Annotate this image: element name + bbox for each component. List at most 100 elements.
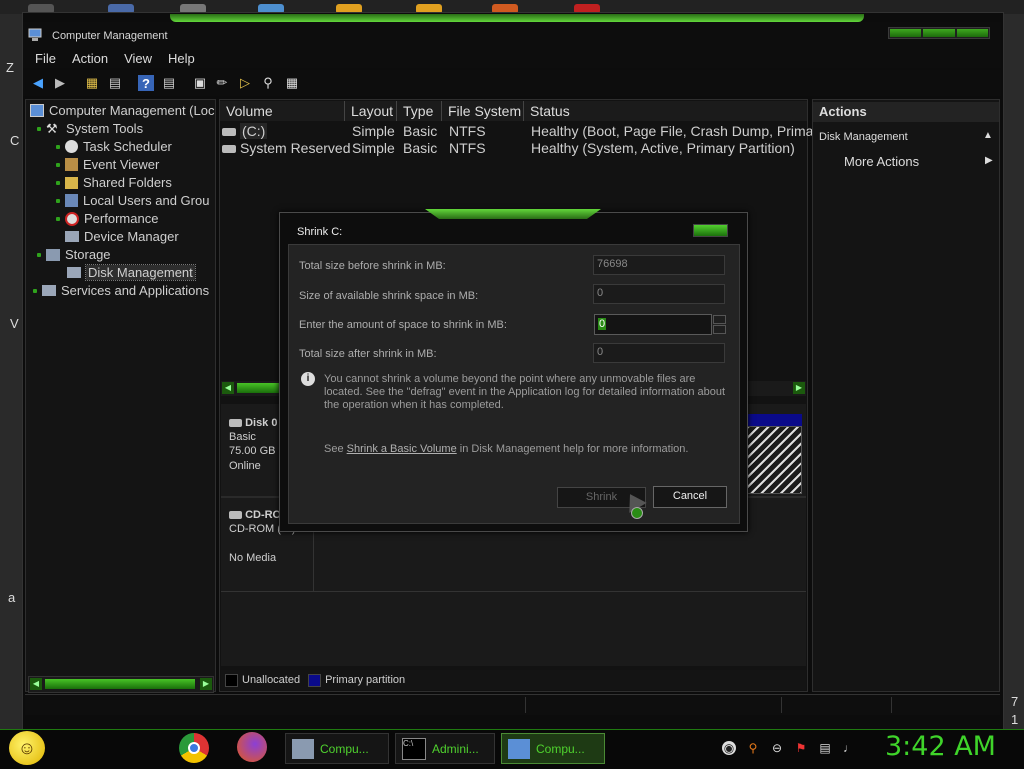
desktop-label: a — [8, 590, 16, 605]
actions-section-disk-management[interactable]: Disk Management — [819, 131, 908, 143]
column-header-layout[interactable]: Layout — [345, 101, 397, 121]
tree-item-local-users[interactable]: Local Users and Grou — [56, 193, 209, 208]
format-icon[interactable]: ▦ — [284, 75, 300, 91]
primary-partition-bar — [746, 414, 802, 426]
back-arrow-icon[interactable]: ◀ — [30, 75, 46, 91]
folder-up-icon[interactable]: ▦ — [84, 75, 100, 91]
column-header-status[interactable]: Status — [524, 101, 807, 121]
cdrom-header[interactable]: CD-RO — [229, 508, 281, 522]
dialog-close-button[interactable] — [693, 224, 728, 237]
chrome-icon[interactable] — [179, 733, 209, 763]
tree-item-performance[interactable]: Performance — [56, 211, 158, 226]
window-top-glow — [170, 14, 864, 22]
taskbar-label: Compu... — [536, 741, 585, 756]
shrink-basic-volume-link[interactable]: Shrink a Basic Volume — [347, 443, 457, 455]
volume-row-volume[interactable]: System Reserved — [222, 140, 350, 156]
tree-item-task-scheduler[interactable]: Task Scheduler — [56, 139, 172, 154]
scroll-left-arrow-icon[interactable]: ◀ — [222, 382, 234, 394]
performance-icon — [65, 211, 79, 226]
tree-item-system-tools[interactable]: ⚒ System Tools — [37, 121, 143, 136]
menu-help[interactable]: Help — [160, 51, 203, 66]
desktop-label: 7 — [1011, 694, 1019, 709]
expand-dot-icon[interactable] — [37, 126, 41, 131]
tray-flag-icon[interactable]: ⚑ — [794, 741, 808, 755]
volume-row-layout: Simple — [352, 140, 395, 156]
expand-dot-icon[interactable] — [56, 144, 60, 149]
search-icon[interactable]: ⚲ — [260, 75, 276, 91]
scroll-right-arrow-icon[interactable]: ▶ — [793, 382, 805, 394]
scroll-left-arrow-icon[interactable]: ◀ — [30, 678, 42, 690]
taskbar-computer-management-active[interactable]: Compu... — [501, 733, 605, 764]
expand-dot-icon[interactable] — [56, 162, 60, 167]
taskbar-label: Compu... — [320, 741, 369, 756]
expand-dot-icon[interactable] — [33, 288, 37, 293]
volume-row-type: Basic — [403, 140, 438, 156]
tree-item-services[interactable]: Services and Applications — [33, 283, 209, 298]
scroll-right-arrow-icon[interactable]: ▶ — [200, 678, 212, 690]
tree-item-shared-folders[interactable]: Shared Folders — [56, 175, 172, 190]
taskbar-computer-management[interactable]: Compu... — [285, 733, 389, 764]
tree-item-label: Storage — [65, 247, 111, 262]
minimize-button[interactable] — [890, 29, 922, 37]
tree-item-storage[interactable]: Storage — [37, 247, 111, 262]
volume-row-volume[interactable]: (C:) — [222, 123, 268, 139]
volume-row-filesystem: NTFS — [449, 140, 486, 156]
menu-view[interactable]: View — [116, 51, 160, 66]
collapse-up-icon[interactable]: ▲ — [983, 130, 993, 141]
desktop-label: Z — [6, 60, 14, 75]
volume-name: (C:) — [240, 123, 268, 139]
available-space-label: Size of available shrink space in MB: — [299, 290, 479, 302]
menu-action[interactable]: Action — [64, 51, 116, 66]
tree-horizontal-scrollbar[interactable]: ◀ ▶ — [28, 676, 214, 693]
close-button[interactable] — [956, 29, 988, 37]
column-header-type[interactable]: Type — [397, 101, 442, 121]
maximize-button[interactable] — [923, 29, 955, 37]
scroll-thumb[interactable] — [45, 679, 195, 689]
export-icon[interactable]: ✏ — [214, 75, 230, 91]
cancel-button[interactable]: Cancel — [653, 486, 727, 508]
help-icon[interactable]: ? — [138, 75, 154, 91]
taskbar-clock[interactable]: 3:42 AM — [885, 731, 996, 762]
expand-dot-icon[interactable] — [56, 216, 60, 221]
tree-item-event-viewer[interactable]: Event Viewer — [56, 157, 159, 172]
tree-item-disk-management[interactable]: Disk Management — [67, 264, 196, 281]
spin-up-button[interactable] — [713, 315, 726, 324]
cdrom-media: No Media — [229, 552, 277, 564]
tray-disc-icon[interactable]: ◉ — [722, 741, 736, 755]
title-bar[interactable] — [23, 22, 1001, 48]
forward-arrow-icon[interactable]: ▶ — [52, 75, 68, 91]
tree-item-device-manager[interactable]: Device Manager — [65, 229, 179, 244]
more-actions-item[interactable]: More Actions — [844, 154, 919, 169]
column-header-volume[interactable]: Volume — [220, 101, 345, 121]
tray-minus-icon[interactable]: ⊖ — [770, 741, 784, 755]
disk0-header[interactable]: Disk 0 — [229, 416, 277, 430]
tree-item-computer-management[interactable]: Computer Management (Loc — [30, 103, 214, 118]
firefox-icon[interactable] — [237, 732, 267, 762]
disk0-name: Disk 0 — [245, 417, 278, 429]
disk0-size: 75.00 GB — [229, 445, 276, 457]
tray-search-icon[interactable]: ⚲ — [746, 741, 760, 755]
tray-network-icon[interactable]: ▤ — [818, 741, 832, 755]
expand-dot-icon[interactable] — [56, 180, 60, 185]
disk-icon — [229, 419, 242, 428]
cdrom-name: CD-RO — [245, 509, 282, 521]
total-before-field: 76698 — [593, 255, 725, 275]
window-controls[interactable] — [888, 27, 990, 39]
expand-dot-icon[interactable] — [56, 198, 60, 203]
menu-file[interactable]: File — [23, 51, 64, 66]
tray-volume-icon[interactable]: ♩ — [842, 741, 856, 755]
properties-icon[interactable]: ▣ — [192, 75, 208, 91]
unallocated-swatch — [225, 673, 238, 687]
cdrom-icon — [229, 511, 242, 520]
shrink-amount-input[interactable]: 0 — [594, 314, 712, 335]
show-hide-action-pane-icon[interactable]: ▤ — [161, 75, 177, 91]
show-hide-tree-icon[interactable]: ▤ — [107, 75, 123, 91]
expand-dot-icon[interactable] — [37, 252, 41, 257]
partition-block-hatched[interactable] — [746, 426, 802, 494]
start-button-smiley-icon[interactable]: ☺ — [9, 731, 45, 765]
column-header-file-system[interactable]: File System — [442, 101, 524, 121]
volume-name: System Reserved — [240, 140, 351, 156]
taskbar-administrator-cmd[interactable]: C:\ Admini... — [395, 733, 495, 764]
spin-down-button[interactable] — [713, 325, 726, 334]
open-folder-icon[interactable]: ▷ — [237, 75, 253, 91]
